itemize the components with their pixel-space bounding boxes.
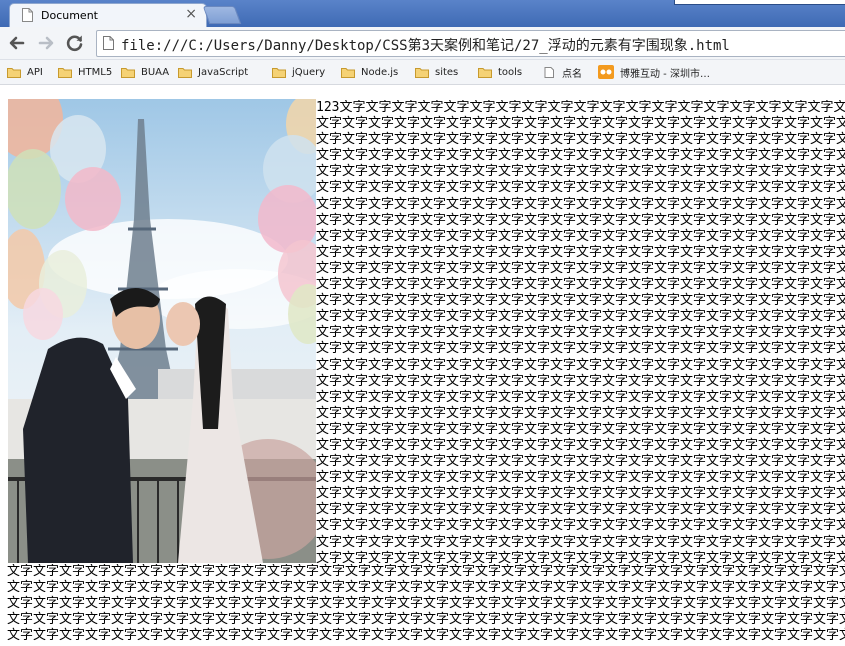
bookmark-label: API (27, 66, 43, 78)
bookmark-label: Node.js (361, 66, 399, 78)
bookmark-3[interactable]: BUAA (121, 64, 169, 80)
page-icon (103, 36, 114, 50)
bookmark-5[interactable]: jQuery (272, 64, 325, 80)
tab-document[interactable]: Document × (9, 3, 207, 28)
bookmark-4[interactable]: JavaScript (178, 64, 248, 80)
folder-icon (58, 67, 72, 78)
tab-title: Document (41, 9, 98, 22)
url-text: file:///C:/Users/Danny/Desktop/CSS第3天案例和… (121, 38, 730, 54)
forward-icon[interactable] (35, 32, 57, 54)
address-bar[interactable]: file:///C:/Users/Danny/Desktop/CSS第3天案例和… (96, 30, 845, 57)
back-icon[interactable] (6, 32, 28, 54)
bookmark-10[interactable]: 博雅互动 - 深圳市… (598, 64, 710, 80)
folder-icon (478, 67, 492, 78)
window-frame-corner (674, 0, 845, 5)
bookmark-label: JavaScript (198, 66, 249, 78)
reload-icon[interactable] (64, 32, 86, 54)
toolbar: file:///C:/Users/Danny/Desktop/CSS第3天案例和… (0, 27, 845, 60)
page-icon (544, 66, 554, 78)
folder-icon (7, 67, 21, 78)
bookmark-6[interactable]: Node.js (341, 64, 398, 80)
new-tab-button[interactable] (202, 6, 242, 24)
bookmark-9[interactable]: 点名 (542, 64, 582, 80)
bookmark-label: sites (435, 66, 459, 78)
folder-icon (178, 67, 192, 78)
bookmark-7[interactable]: sites (415, 64, 458, 80)
bookmark-label: 点名 (562, 68, 582, 80)
folder-icon (341, 67, 355, 78)
wrapped-text-below-image: 文字文字文字文字文字文字文字文字文字文字文字文字文字文字文字文字文字文字文字文字… (7, 564, 845, 644)
folder-icon (121, 67, 135, 78)
bookmark-2[interactable]: HTML5 (58, 64, 112, 80)
boyaa-icon (598, 65, 614, 79)
folder-icon (272, 67, 286, 78)
tab-strip: Document × (0, 0, 845, 28)
folder-icon (415, 67, 429, 78)
page-icon (22, 8, 33, 22)
close-tab-icon[interactable]: × (185, 6, 197, 22)
wrapped-text-beside-image: 123文字文字文字文字文字文字文字文字文字文字文字文字文字文字文字文字文字文字文… (316, 100, 845, 566)
bookmark-8[interactable]: tools (478, 64, 522, 80)
bookmark-label: BUAA (141, 66, 170, 78)
bookmark-1[interactable]: API (7, 64, 43, 80)
bookmark-label: 博雅互动 - 深圳市… (620, 68, 710, 80)
page-content: 123文字文字文字文字文字文字文字文字文字文字文字文字文字文字文字文字文字文字文… (0, 85, 845, 646)
bookmark-label: jQuery (292, 66, 326, 78)
bookmarks-bar: API HTML5 BUAA JavaScript jQuery Node.js sites… (0, 60, 845, 85)
bookmark-label: tools (498, 66, 523, 78)
bookmark-label: HTML5 (78, 66, 113, 78)
wedding-photo (8, 99, 316, 563)
